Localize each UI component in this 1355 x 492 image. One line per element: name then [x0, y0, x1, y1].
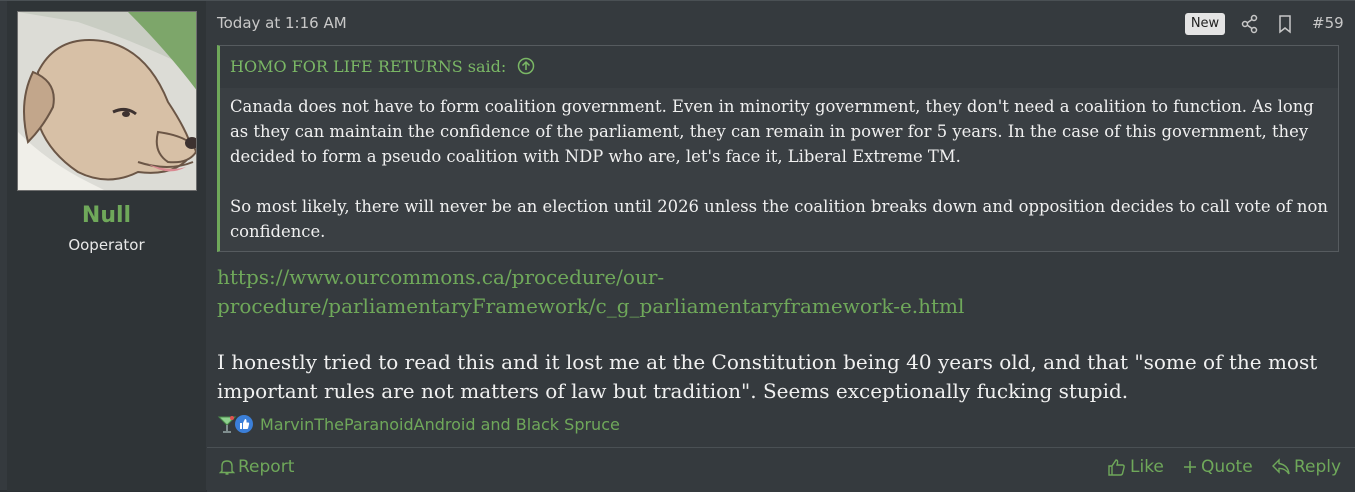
- user-sidebar: Null Ooperator: [7, 1, 206, 491]
- quote-attribution[interactable]: HOMO FOR LIFE RETURNS said:: [230, 57, 506, 76]
- report-label: Report: [238, 457, 295, 477]
- external-link[interactable]: https://www.ourcommons.ca/procedure/our-…: [217, 263, 1327, 321]
- bell-icon: [219, 460, 235, 475]
- share-icon[interactable]: [1240, 14, 1260, 34]
- quote-label: Quote: [1201, 457, 1253, 477]
- message-body: I honestly tried to read this and it los…: [217, 350, 1318, 403]
- quote-block: HOMO FOR LIFE RETURNS said: Canada does …: [217, 45, 1339, 252]
- quote-paragraph: Canada does not have to form coalition g…: [230, 97, 1314, 166]
- like-label: Like: [1130, 457, 1164, 477]
- quote-button[interactable]: Quote: [1182, 457, 1253, 477]
- post-date[interactable]: Today at 1:16 AM: [217, 14, 347, 32]
- bookmark-icon[interactable]: [1275, 14, 1295, 34]
- like-button[interactable]: Like: [1107, 457, 1164, 477]
- reply-button[interactable]: Reply: [1271, 457, 1341, 477]
- post-number[interactable]: #59: [1312, 14, 1344, 32]
- post: Null Ooperator Today at 1:16 AM New #59 …: [0, 0, 1355, 492]
- quote-body: Canada does not have to form coalition g…: [220, 88, 1338, 244]
- report-button[interactable]: Report: [219, 457, 294, 477]
- username[interactable]: Null: [7, 203, 206, 228]
- reactions-bar[interactable]: MarvinTheParanoidAndroid and Black Spruc…: [217, 413, 620, 435]
- quote-paragraph: So most likely, there will never be an e…: [230, 197, 1328, 241]
- reaction-users[interactable]: MarvinTheParanoidAndroid and Black Spruc…: [260, 415, 620, 434]
- thumbs-up-icon: [235, 415, 253, 433]
- thumbs-up-icon: [1108, 459, 1125, 476]
- plus-icon: [1184, 461, 1196, 473]
- reply-icon: [1272, 458, 1290, 475]
- new-badge: New: [1185, 13, 1225, 35]
- reply-label: Reply: [1294, 457, 1342, 477]
- post-footer: Report Like Quote Reply: [207, 447, 1355, 492]
- user-title: Ooperator: [68, 236, 145, 254]
- avatar[interactable]: [17, 11, 197, 191]
- arrow-up-circle-icon[interactable]: [517, 57, 535, 75]
- quote-header[interactable]: HOMO FOR LIFE RETURNS said:: [220, 46, 1338, 88]
